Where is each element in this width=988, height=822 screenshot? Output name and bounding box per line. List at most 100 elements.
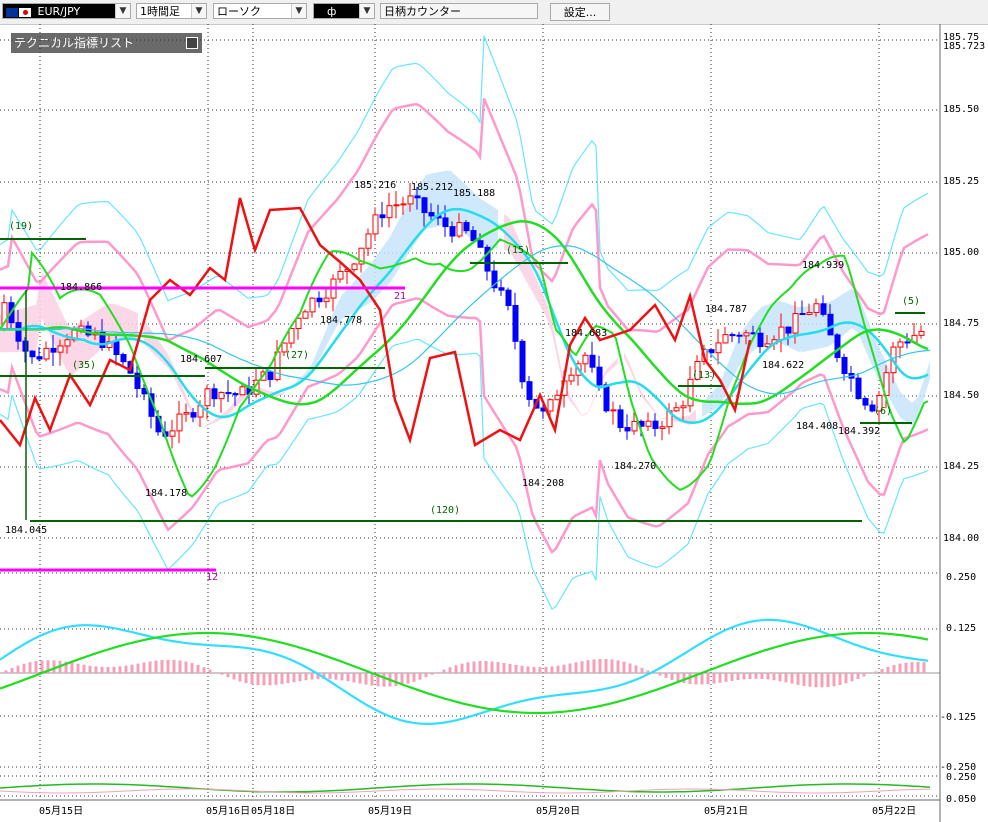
level-label: (27) — [285, 350, 309, 361]
histogram-bar — [280, 673, 284, 685]
histogram-bar — [712, 673, 716, 684]
histogram-bar — [118, 666, 122, 673]
candle-body — [372, 214, 379, 235]
candle-body — [337, 270, 344, 280]
level-label: (19) — [9, 221, 33, 232]
histogram-bar — [160, 660, 164, 673]
x-tick-label: 05月20日 — [536, 805, 580, 817]
candle-body — [708, 349, 715, 354]
candle-body — [820, 303, 827, 315]
candle-body — [652, 420, 659, 429]
candle-body — [204, 388, 211, 407]
candle-body — [904, 341, 911, 344]
histogram-bar — [40, 660, 44, 673]
candle-body — [29, 350, 36, 358]
candle-body — [316, 297, 323, 303]
level-label: (15) — [506, 245, 530, 256]
lower-tick-label: 0.250 — [946, 772, 976, 783]
candle-body — [386, 205, 393, 219]
level-label: (35) — [72, 360, 96, 371]
histogram-bar — [664, 673, 668, 678]
histogram-bar — [88, 665, 92, 673]
histogram-bar — [532, 666, 536, 673]
candle-body — [799, 313, 806, 316]
histogram-bar — [196, 664, 200, 673]
candle-body — [176, 413, 183, 432]
price-label: 185.216 — [354, 180, 396, 191]
histogram-bar — [910, 662, 914, 673]
histogram-bar — [382, 673, 386, 687]
current-price-label: 185.723 — [943, 41, 985, 52]
histogram-bar — [334, 673, 338, 680]
histogram-bar — [796, 673, 800, 685]
histogram-bar — [640, 667, 644, 673]
histogram-bar — [256, 673, 260, 686]
x-tick-label: 05月21日 — [704, 805, 748, 817]
histogram-bar — [706, 673, 710, 685]
histogram-bar — [460, 663, 464, 673]
candle-body — [918, 330, 925, 336]
histogram-bar — [718, 673, 722, 683]
histogram-bar — [670, 673, 674, 680]
candle-body — [190, 412, 197, 418]
price-label: 184.270 — [614, 461, 656, 472]
histogram-bar — [172, 659, 176, 673]
histogram-bar — [430, 673, 434, 675]
candle-body — [470, 230, 477, 242]
candle-body — [715, 342, 722, 354]
histogram-bar — [604, 659, 608, 673]
histogram-bar — [292, 673, 296, 683]
histogram-bar — [352, 673, 356, 683]
histogram-bar — [736, 673, 740, 681]
histogram-bar — [616, 660, 620, 673]
histogram-bar — [520, 665, 524, 673]
histogram-bar — [148, 661, 152, 673]
candle-body — [673, 407, 680, 412]
candle-body — [183, 412, 190, 415]
histogram-bar — [562, 664, 566, 673]
histogram-bar — [508, 663, 512, 673]
histogram-bar — [490, 661, 494, 673]
histogram-bar — [544, 666, 548, 673]
histogram-bar — [124, 665, 128, 673]
histogram-bar — [598, 659, 602, 673]
candle-body — [400, 203, 407, 206]
histogram-bar — [274, 673, 278, 685]
histogram-bar — [916, 661, 920, 673]
candle-body — [456, 222, 463, 237]
histogram-bar — [22, 663, 26, 673]
histogram-bar — [112, 666, 116, 673]
candle-body — [785, 326, 792, 334]
histogram-bar — [760, 673, 764, 679]
histogram-bar — [484, 661, 488, 673]
histogram-bar — [298, 673, 302, 682]
candle-body — [393, 204, 400, 207]
histogram-bar — [862, 673, 866, 677]
candle-body — [43, 347, 50, 360]
bollinger-upper-2 — [0, 35, 929, 302]
candle-body — [421, 197, 428, 214]
lower-tick-label: 0.050 — [946, 794, 976, 805]
candle-body — [687, 378, 694, 407]
x-tick-label: 05月22日 — [872, 805, 916, 817]
histogram-bar — [730, 673, 734, 681]
candle-body — [113, 341, 120, 356]
histogram-bar — [622, 661, 626, 673]
histogram-bar — [250, 673, 254, 685]
histogram-bar — [226, 673, 230, 678]
y-tick-label: 184.75 — [943, 318, 979, 329]
histogram-bar — [772, 673, 776, 681]
lower-indicator — [0, 783, 931, 794]
candle-body — [855, 377, 862, 400]
histogram-bar — [754, 673, 758, 679]
candle-body — [680, 405, 687, 409]
candle-body — [428, 212, 435, 217]
histogram-bar — [514, 664, 518, 673]
candle-body — [603, 384, 610, 412]
y-tick-label: 184.00 — [943, 533, 979, 544]
candle-body — [862, 398, 869, 406]
histogram-bar — [130, 664, 134, 673]
candle-body — [624, 427, 631, 432]
price-label: 184.787 — [705, 304, 747, 315]
price-chart[interactable]: 185.75 185.723 185.50 185.25 185.00 184.… — [0, 0, 988, 822]
